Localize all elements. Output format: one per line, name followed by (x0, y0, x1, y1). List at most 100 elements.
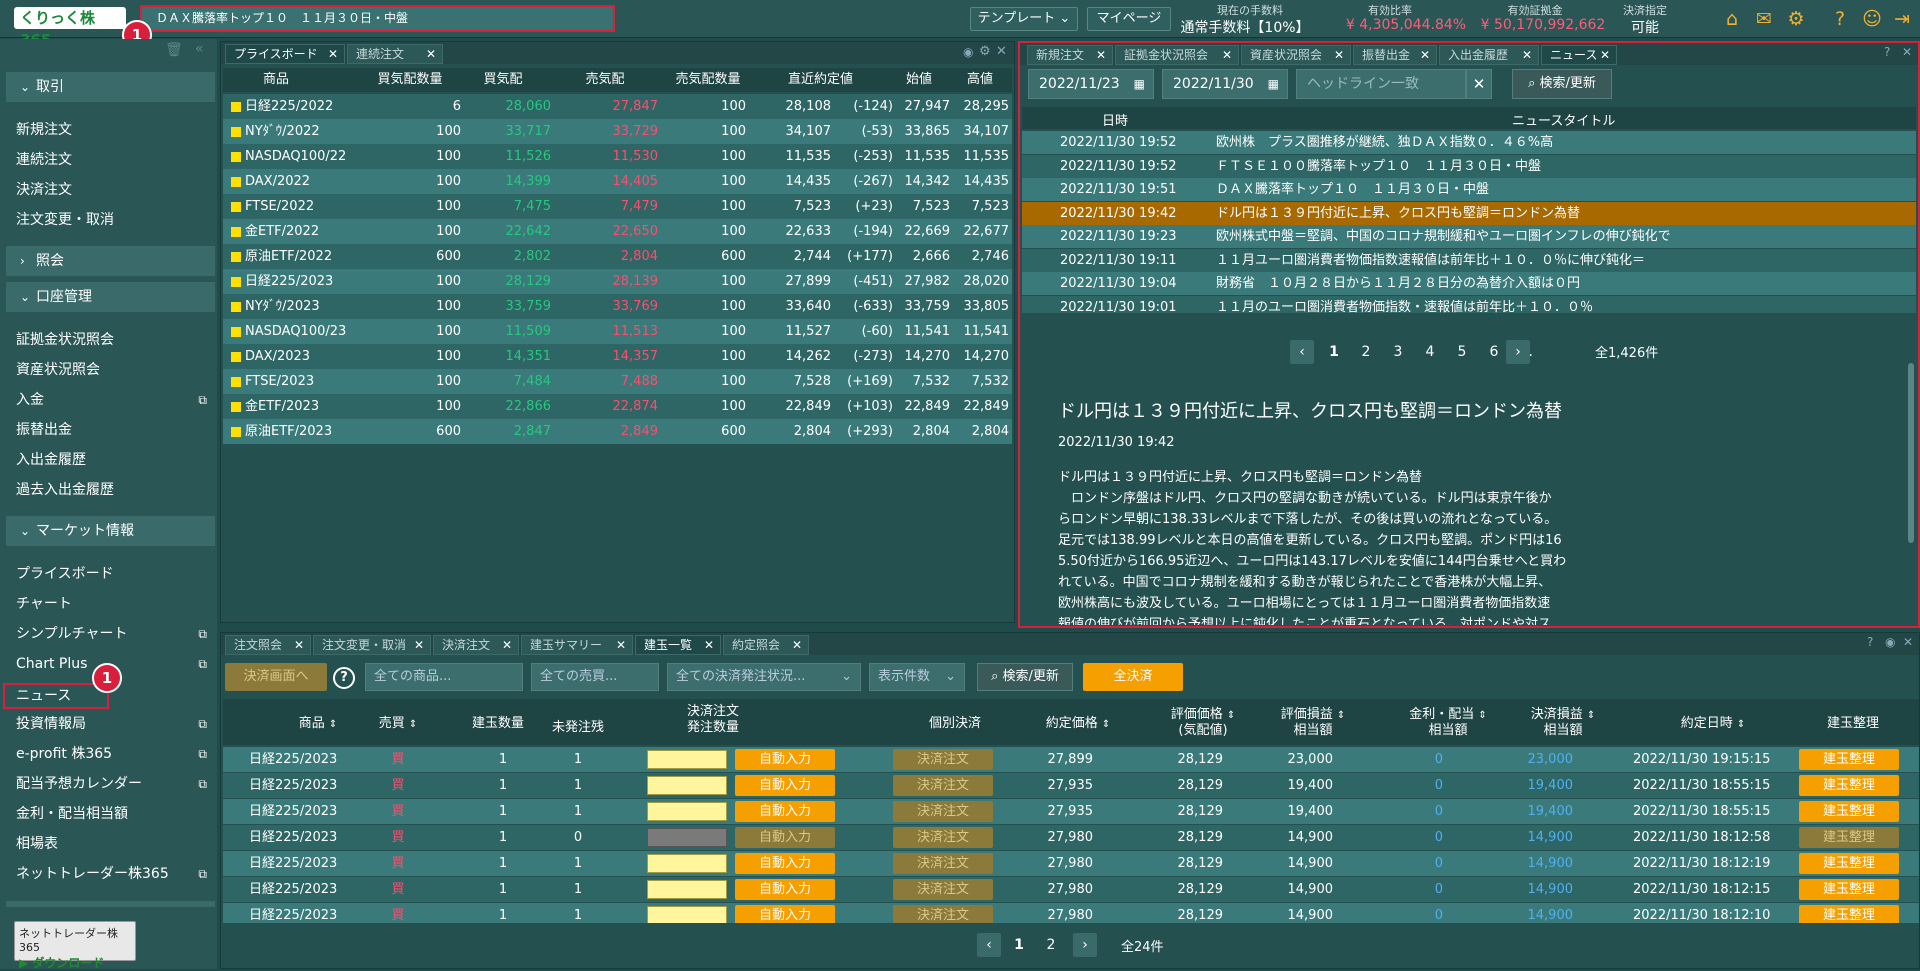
pos-page-next-button[interactable]: › (1073, 933, 1097, 957)
close-icon[interactable]: ✕ (426, 45, 436, 63)
page-prev-button[interactable]: ‹ (1290, 340, 1314, 364)
close-icon[interactable]: ✕ (294, 636, 304, 654)
col-header[interactable]: 直近約定値 (753, 68, 888, 92)
page-number[interactable]: 1 (1322, 340, 1346, 364)
gear-icon[interactable]: ⚙ (979, 44, 991, 59)
app-logo[interactable]: くりっく株365 (14, 7, 126, 49)
settle-order-button[interactable]: 決済注文 (893, 905, 993, 923)
table-row[interactable]: NASDAQ100/22 100 11,526 11,530 100 11,535 (-25… (223, 144, 1012, 169)
order-qty-input[interactable] (647, 750, 727, 769)
page-number[interactable]: 4 (1418, 340, 1442, 364)
tab-position-summary[interactable]: 建玉サマリー ✕ (521, 635, 633, 655)
sidebar-section-trade[interactable]: ⌄ 取引 (6, 72, 215, 102)
trash-icon[interactable]: 🗑 (165, 42, 183, 58)
sidebar-item-priceboard[interactable]: プライスボード (16, 563, 211, 585)
sidebar-item-nettrader[interactable]: ネットトレーダー株365 ⧉ (16, 863, 211, 885)
col-side[interactable]: 売買 ⇕ (373, 712, 423, 731)
tab-transfer[interactable]: 振替出金 ✕ (1353, 45, 1437, 65)
positions-search-button[interactable]: ⌕ 検索/更新 (977, 663, 1073, 691)
settle-order-button[interactable]: 決済注文 (893, 801, 993, 822)
tab-history[interactable]: 入出金履歴 ✕ (1439, 45, 1539, 65)
col-time[interactable]: 約定日時 ⇕ (1663, 712, 1763, 731)
table-row[interactable]: 日経225/2023 買 1 1 自動入力 決済注文 27,980 28,129 14,900 0… (223, 877, 1919, 902)
order-qty-input[interactable] (647, 880, 727, 899)
order-qty-input[interactable] (647, 906, 727, 923)
tab-execution-inquiry[interactable]: 約定照会 ✕ (723, 635, 809, 655)
settle-order-button[interactable]: 決済注文 (893, 749, 993, 770)
sidebar-item-news[interactable]: ニュース (3, 683, 109, 709)
manage-position-button[interactable]: 建玉整理 (1799, 801, 1899, 822)
sidebar-item-eprofit[interactable]: e-profit 株365 ⧉ (16, 743, 211, 765)
filter-products[interactable]: 全ての商品... (365, 663, 523, 691)
news-row[interactable]: 2022/11/30 19:52 ＦＴＳＥ１００騰落率トップ１０ １１月３０日・中… (1022, 154, 1916, 178)
sidebar-item-deposit[interactable]: 入金 ⧉ (16, 389, 211, 411)
collapse-icon[interactable]: « (195, 41, 204, 57)
table-row[interactable]: 金ETF/2023 100 22,866 22,874 100 22,849 (+103) 2… (223, 394, 1012, 419)
tab-news[interactable]: ニュース ✕ (1541, 45, 1617, 65)
tab-position-list[interactable]: 建玉一覧 ✕ (635, 635, 721, 655)
news-row[interactable]: 2022/11/30 19:23 欧州株式中盤＝堅調、中国のコロナ規制緩和やユーロ… (1022, 225, 1916, 248)
help-icon[interactable]: ? (1884, 45, 1890, 59)
sidebar-item-transfer[interactable]: 振替出金 (16, 419, 211, 441)
page-number[interactable]: 5 (1450, 340, 1474, 364)
news-row[interactable]: 2022/11/30 19:42 ドル円は１３９円付近に上昇、クロス円も堅調＝ロン… (1022, 201, 1916, 225)
col-header[interactable]: 売気配 (555, 68, 655, 92)
table-row[interactable]: FTSE/2022 100 7,475 7,479 100 7,523 (+23) 7,523… (223, 194, 1012, 219)
mail-icon[interactable]: ✉ (1752, 7, 1776, 31)
news-row[interactable]: 2022/11/30 19:51 ＤＡＸ騰落率トップ１０ １１月３０日・中盤 (1022, 178, 1916, 201)
date-from-input[interactable]: 2022/11/23 ▦ (1028, 69, 1154, 99)
table-row[interactable]: NYﾀﾞｳ/2023 100 33,759 33,769 100 33,640 (-633)… (223, 294, 1012, 319)
table-row[interactable]: NYﾀﾞｳ/2022 100 33,717 33,729 100 34,107 (-53) 3… (223, 119, 1012, 144)
table-row[interactable]: 日経225/2023 100 28,129 28,139 100 27,899 (-451)… (223, 269, 1012, 294)
auto-input-button[interactable]: 自動入力 (735, 905, 835, 923)
auto-input-button[interactable]: 自動入力 (735, 749, 835, 770)
sidebar-item-continuous-order[interactable]: 連続注文 (16, 149, 211, 171)
clear-icon[interactable]: ✕ (1466, 69, 1492, 99)
settle-order-button[interactable]: 決済注文 (893, 827, 993, 848)
col-header[interactable]: 始値 (890, 68, 948, 92)
col-header[interactable]: 買気配 (453, 68, 553, 92)
news-row[interactable]: 2022/11/30 19:01 １１月のユーロ圏消費者物価指数・速報値は前年比＋… (1022, 295, 1916, 313)
manage-position-button[interactable]: 建玉整理 (1799, 879, 1899, 900)
sidebar-item-settle-order[interactable]: 決済注文 (16, 179, 211, 201)
visibility-icon[interactable]: ◉ (1885, 635, 1895, 649)
sidebar-section-market[interactable]: ⌄ マーケット情報 (6, 516, 215, 546)
sidebar-item-interest-dividend[interactable]: 金利・配当相当額 (16, 803, 211, 825)
page-next-button[interactable]: › (1506, 340, 1530, 364)
table-row[interactable]: FTSE/2023 100 7,484 7,488 100 7,528 (+169) 7,53… (223, 369, 1012, 394)
filter-status[interactable]: 全ての決済発注状況... ⌄ (667, 663, 861, 691)
mypage-button[interactable]: マイページ (1087, 7, 1171, 31)
help-icon[interactable]: ? (1867, 635, 1873, 649)
table-row[interactable]: 日経225/2023 買 1 1 自動入力 決済注文 27,899 28,129 23,000 0… (223, 747, 1919, 772)
close-icon[interactable]: ✕ (792, 636, 802, 654)
col-header[interactable]: 買気配数量 (369, 68, 451, 92)
settle-order-button[interactable]: 決済注文 (893, 879, 993, 900)
news-search-button[interactable]: ⌕ 検索/更新 (1512, 69, 1612, 99)
sidebar-item-investment-info[interactable]: 投資情報局 ⧉ (16, 713, 211, 735)
close-icon[interactable]: ✕ (1096, 46, 1106, 64)
manage-position-button[interactable]: 建玉整理 (1799, 775, 1899, 796)
close-icon[interactable]: ✕ (1903, 635, 1913, 649)
sidebar-item-chart[interactable]: チャート (16, 593, 211, 615)
col-header[interactable]: 高値 (951, 68, 1009, 92)
table-row[interactable]: 日経225/2023 買 1 1 自動入力 決済注文 27,935 28,129 19,400 0… (223, 799, 1919, 824)
table-row[interactable]: 金ETF/2022 100 22,642 22,650 100 22,633 (-194) 2… (223, 219, 1012, 244)
order-qty-input[interactable] (647, 854, 727, 873)
sidebar-item-market-table[interactable]: 相場表 (16, 833, 211, 855)
table-row[interactable]: 原油ETF/2022 600 2,802 2,804 600 2,744 (+177) 2,6… (223, 244, 1012, 269)
user-icon[interactable]: ☺ (1860, 7, 1884, 31)
sidebar-item-dividend-calendar[interactable]: 配当予想カレンダー ⧉ (16, 773, 211, 795)
filter-count[interactable]: 表示件数 ⌄ (869, 663, 965, 691)
close-icon[interactable]: ✕ (616, 636, 626, 654)
close-icon[interactable]: ✕ (328, 45, 338, 63)
tab-order-inquiry[interactable]: 注文照会 ✕ (225, 635, 311, 655)
news-row[interactable]: 2022/11/30 19:52 欧州株 プラス圏推移が継続、独ＤＡＸ指数０．４６… (1022, 131, 1916, 154)
help-icon[interactable]: ? (333, 667, 355, 689)
manage-position-button[interactable]: 建玉整理 (1799, 853, 1899, 874)
table-row[interactable]: DAX/2023 100 14,351 14,357 100 14,262 (-273) 14… (223, 344, 1012, 369)
news-row[interactable]: 2022/11/30 19:11 １１月ユーロ圏消費者物価指数速報値は前年比＋１０… (1022, 248, 1916, 272)
home-icon[interactable]: ⌂ (1720, 7, 1744, 31)
manage-position-button[interactable]: 建玉整理 (1799, 905, 1899, 923)
sidebar-item-history[interactable]: 入出金履歴 (16, 449, 211, 471)
settle-screen-button[interactable]: 決済画面へ (225, 663, 327, 691)
